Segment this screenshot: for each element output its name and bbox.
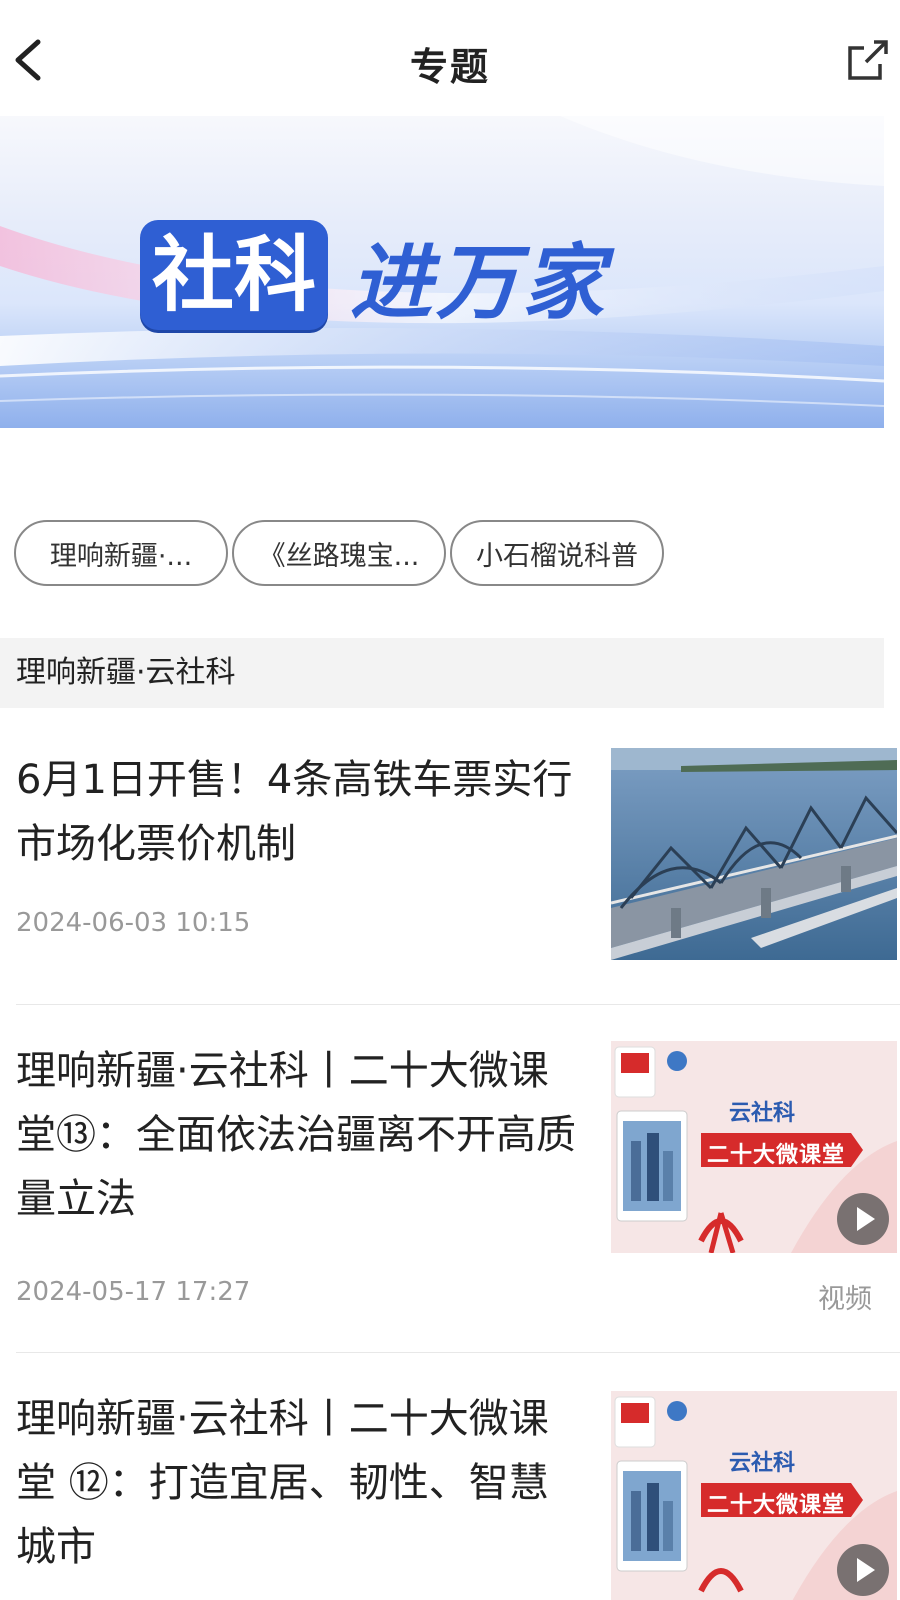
article-title: 理响新疆·云社科丨二十大微课堂⑬：全面依法治疆离不开高质量立法 bbox=[16, 1048, 576, 1222]
article-item[interactable]: 理响新疆·云社科丨二十大微课堂⑬：全面依法治疆离不开高质量立法 2024-05-… bbox=[0, 1005, 900, 1353]
course-cover-title: 二十大微课堂 bbox=[707, 1143, 846, 1168]
top-nav-bar: 专题 bbox=[0, 0, 900, 116]
share-button[interactable] bbox=[844, 36, 892, 84]
article-thumbnail: 云社科 二十大微课堂 bbox=[611, 1391, 897, 1600]
play-icon bbox=[837, 1193, 889, 1245]
page-title: 专题 bbox=[409, 45, 490, 89]
video-tag: 视频 bbox=[818, 1284, 872, 1315]
topic-banner[interactable]: 社科 进万家 bbox=[0, 116, 884, 428]
banner-main-text: 进万家 bbox=[350, 234, 609, 331]
article-item[interactable]: 理响新疆·云社科丨二十大微课堂 ⑫：打造宜居、韧性、智慧城市 云社科 二十大微课… bbox=[0, 1353, 900, 1600]
banner-title: 社科 进万家 bbox=[140, 216, 608, 334]
chip-xiao-shi-liu-science[interactable]: 小石榴说科普 bbox=[450, 520, 664, 586]
article-title: 6月1日开售！4条高铁车票实行市场化票价机制 bbox=[16, 757, 573, 867]
article-date: 2024-05-17 17:27 bbox=[16, 1277, 251, 1307]
play-icon bbox=[837, 1544, 889, 1596]
bridge-image bbox=[611, 748, 897, 960]
course-cover-subtitle: 云社科 bbox=[729, 1450, 796, 1476]
banner-tag-text: 社科 bbox=[140, 220, 329, 330]
share-external-icon bbox=[848, 40, 888, 80]
chip-silk-road-treasures[interactable]: 《丝路瑰宝... bbox=[232, 520, 446, 586]
article-title: 理响新疆·云社科丨二十大微课堂 ⑫：打造宜居、韧性、智慧城市 bbox=[16, 1396, 549, 1570]
article-thumbnail bbox=[611, 748, 897, 960]
course-cover-subtitle: 云社科 bbox=[729, 1100, 796, 1126]
chip-li-xiang-xinjiang[interactable]: 理响新疆·... bbox=[14, 520, 228, 586]
topic-chip-row: 理响新疆·... 《丝路瑰宝... 小石榴说科普 bbox=[14, 520, 664, 586]
course-cover-title: 二十大微课堂 bbox=[707, 1493, 846, 1518]
section-header: 理响新疆·云社科 bbox=[0, 638, 884, 708]
article-thumbnail: 云社科 二十大微课堂 bbox=[611, 1041, 897, 1253]
article-item[interactable]: 6月1日开售！4条高铁车票实行市场化票价机制 2024-06-03 10:15 bbox=[0, 708, 900, 1004]
article-date: 2024-06-03 10:15 bbox=[16, 908, 251, 938]
